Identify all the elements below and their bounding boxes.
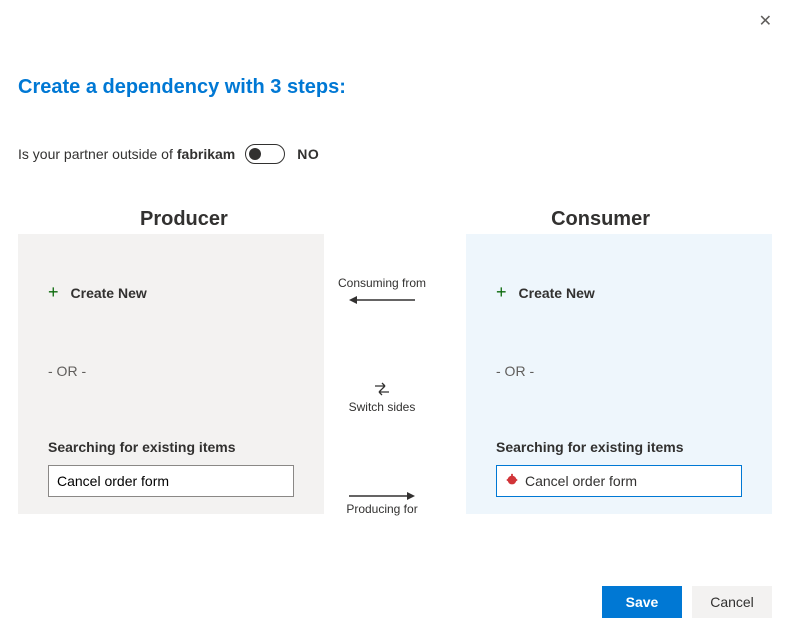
producer-or-label: - OR - xyxy=(48,363,294,379)
consumer-search-suggestion-label: Cancel order form xyxy=(525,473,637,489)
consumer-or-label: - OR - xyxy=(496,363,742,379)
producer-panel: + Create New - OR - Searching for existi… xyxy=(18,234,324,514)
cancel-button[interactable]: Cancel xyxy=(692,586,772,618)
producer-search-input[interactable] xyxy=(48,465,294,497)
plus-icon: + xyxy=(48,282,59,303)
partner-toggle-label: NO xyxy=(297,146,319,162)
close-icon[interactable]: ✕ xyxy=(759,14,772,30)
save-button[interactable]: Save xyxy=(602,586,682,618)
partner-question-prefix: Is your partner outside of xyxy=(18,146,173,162)
producing-for-label: Producing for xyxy=(334,486,430,516)
consuming-from-label: Consuming from xyxy=(334,276,430,306)
create-dependency-dialog: ✕ Create a dependency with 3 steps: Is y… xyxy=(0,0,790,638)
producer-create-new-label: Create New xyxy=(71,285,147,301)
partner-brand: fabrikam xyxy=(177,146,235,162)
dialog-footer: Save Cancel xyxy=(602,586,772,618)
swap-icon xyxy=(373,382,391,396)
consumer-create-new-button[interactable]: + Create New xyxy=(496,282,742,303)
consumer-search-suggestion[interactable]: Cancel order form xyxy=(496,465,742,497)
producer-create-new-button[interactable]: + Create New xyxy=(48,282,294,303)
toggle-knob-icon xyxy=(249,148,261,160)
producer-search-label: Searching for existing items xyxy=(48,439,294,455)
producer-heading: Producer xyxy=(140,208,228,231)
partner-question-row: Is your partner outside of fabrikam NO xyxy=(18,144,319,164)
partner-outside-toggle[interactable] xyxy=(245,144,285,164)
arrow-left-icon xyxy=(347,294,417,306)
dialog-title: Create a dependency with 3 steps: xyxy=(18,76,346,99)
consumer-search-label: Searching for existing items xyxy=(496,439,742,455)
bug-icon xyxy=(505,473,519,490)
switch-sides-button[interactable]: Switch sides xyxy=(334,378,430,414)
arrow-right-icon xyxy=(347,490,417,502)
consumer-heading: Consumer xyxy=(551,208,650,231)
consumer-panel: + Create New - OR - Searching for existi… xyxy=(466,234,772,514)
consumer-create-new-label: Create New xyxy=(519,285,595,301)
plus-icon: + xyxy=(496,282,507,303)
